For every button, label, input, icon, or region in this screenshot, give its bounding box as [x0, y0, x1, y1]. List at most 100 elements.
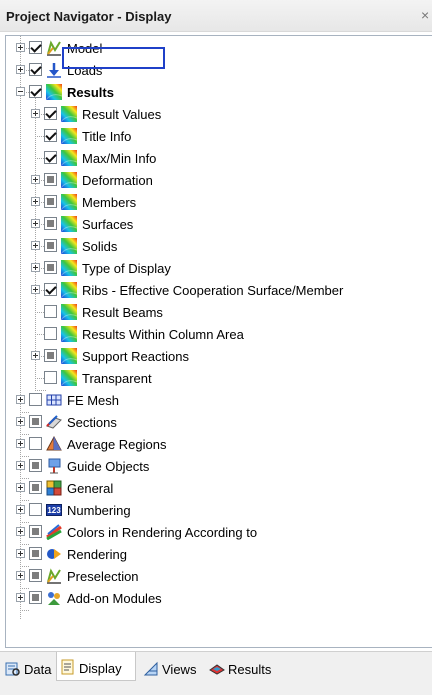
expand-icon[interactable]	[16, 417, 25, 426]
tree-item-label: Colors in Rendering According to	[67, 525, 258, 540]
expand-icon[interactable]	[16, 505, 25, 514]
visibility-checkbox[interactable]	[44, 107, 57, 120]
visibility-checkbox[interactable]	[44, 173, 57, 186]
tree-item-label: Result Beams	[82, 305, 163, 320]
tree-item-label: Results	[67, 85, 114, 100]
visibility-checkbox[interactable]	[44, 327, 57, 340]
tree-item-add-on-modules[interactable]: Add-on Modules	[6, 588, 426, 610]
tree-item-max-min-info[interactable]: Max/Min Info	[6, 148, 426, 170]
expand-icon[interactable]	[31, 219, 40, 228]
results-icon	[61, 194, 77, 210]
expand-icon[interactable]	[16, 43, 25, 52]
tree-item-numbering[interactable]: 123 Numbering	[6, 500, 426, 522]
tree-item-guide-objects[interactable]: Guide Objects	[6, 456, 426, 478]
visibility-checkbox[interactable]	[29, 393, 42, 406]
visibility-checkbox[interactable]	[29, 569, 42, 582]
expand-icon[interactable]	[16, 483, 25, 492]
tree-item-transparent[interactable]: Transparent	[6, 368, 426, 390]
tree-item-rendering[interactable]: Rendering	[6, 544, 426, 566]
results-icon	[46, 84, 62, 100]
expand-icon[interactable]	[31, 241, 40, 250]
tab-label: Views	[162, 662, 197, 677]
expand-icon[interactable]	[16, 439, 25, 448]
visibility-checkbox[interactable]	[29, 547, 42, 560]
collapse-icon[interactable]	[16, 87, 25, 96]
results-icon	[61, 216, 77, 232]
expand-icon[interactable]	[31, 175, 40, 184]
expand-icon[interactable]	[31, 197, 40, 206]
preselection-icon	[46, 568, 62, 584]
rendering-icon	[46, 546, 62, 562]
tree-item-label: Sections	[67, 415, 117, 430]
visibility-checkbox[interactable]	[44, 195, 57, 208]
visibility-checkbox[interactable]	[44, 349, 57, 362]
tree-item-ribs-effective-cooperation-surface-member[interactable]: Ribs - Effective Cooperation Surface/Mem…	[6, 280, 426, 302]
tree-item-solids[interactable]: Solids	[6, 236, 426, 258]
tree-item-average-regions[interactable]: Average Regions	[6, 434, 426, 456]
tree-item-result-beams[interactable]: Result Beams	[6, 302, 426, 324]
tree-item-fe-mesh[interactable]: FE Mesh	[6, 390, 426, 412]
visibility-checkbox[interactable]	[44, 305, 57, 318]
tree-item-results-within-column-area[interactable]: Results Within Column Area	[6, 324, 426, 346]
tab-views[interactable]: Views	[140, 658, 202, 680]
tree-item-label: Type of Display	[82, 261, 171, 276]
expand-icon[interactable]	[16, 527, 25, 536]
expand-icon[interactable]	[31, 109, 40, 118]
visibility-checkbox[interactable]	[29, 63, 42, 76]
addon-modules-icon	[46, 590, 62, 606]
visibility-checkbox[interactable]	[29, 525, 42, 538]
visibility-checkbox[interactable]	[29, 437, 42, 450]
expand-icon[interactable]	[16, 461, 25, 470]
expand-icon[interactable]	[16, 549, 25, 558]
tree-item-surfaces[interactable]: Surfaces	[6, 214, 426, 236]
tree-item-colors-in-rendering-according-to[interactable]: Colors in Rendering According to	[6, 522, 426, 544]
tree-item-label: Guide Objects	[67, 459, 150, 474]
visibility-checkbox[interactable]	[44, 371, 57, 384]
tree-item-preselection[interactable]: Preselection	[6, 566, 426, 588]
loads-icon	[46, 62, 62, 78]
visibility-checkbox[interactable]	[29, 415, 42, 428]
tree-item-deformation[interactable]: Deformation	[6, 170, 426, 192]
expand-icon[interactable]	[31, 285, 40, 294]
colors-icon	[46, 524, 62, 540]
visibility-checkbox[interactable]	[44, 217, 57, 230]
visibility-checkbox[interactable]	[44, 151, 57, 164]
tab-data[interactable]: Data	[2, 658, 54, 680]
tab-results[interactable]: Results	[206, 658, 276, 680]
tree-item-general[interactable]: General	[6, 478, 426, 500]
visibility-checkbox[interactable]	[44, 261, 57, 274]
navigator-tab-bar: Data Display Views Results	[0, 651, 432, 695]
visibility-checkbox[interactable]	[44, 283, 57, 296]
results-icon	[61, 128, 77, 144]
expand-icon[interactable]	[31, 263, 40, 272]
visibility-checkbox[interactable]	[29, 481, 42, 494]
visibility-checkbox[interactable]	[29, 591, 42, 604]
expand-icon[interactable]	[31, 351, 40, 360]
expand-icon[interactable]	[16, 65, 25, 74]
tree-item-sections[interactable]: Sections	[6, 412, 426, 434]
results-icon	[61, 326, 77, 342]
results-tab-icon	[209, 664, 225, 675]
visibility-checkbox[interactable]	[29, 459, 42, 472]
tree-item-members[interactable]: Members	[6, 192, 426, 214]
data-tab-icon	[5, 662, 20, 676]
tree-item-results[interactable]: Results	[6, 82, 426, 104]
tree-item-label: FE Mesh	[67, 393, 120, 408]
tree-item-title-info[interactable]: Title Info	[6, 126, 426, 148]
panel-titlebar: Project Navigator - Display ×	[0, 0, 432, 32]
visibility-checkbox[interactable]	[29, 85, 42, 98]
tree-item-label: Ribs - Effective Cooperation Surface/Mem…	[82, 283, 344, 298]
tree-item-label: Add-on Modules	[67, 591, 162, 606]
expand-icon[interactable]	[16, 593, 25, 602]
visibility-checkbox[interactable]	[44, 239, 57, 252]
tree-item-support-reactions[interactable]: Support Reactions	[6, 346, 426, 368]
visibility-checkbox[interactable]	[29, 41, 42, 54]
close-icon[interactable]: ×	[421, 7, 429, 23]
expand-icon[interactable]	[16, 571, 25, 580]
tree-item-type-of-display[interactable]: Type of Display	[6, 258, 426, 280]
expand-icon[interactable]	[16, 395, 25, 404]
tree-item-result-values[interactable]: Result Values	[6, 104, 426, 126]
tab-display[interactable]: Display	[56, 652, 136, 681]
visibility-checkbox[interactable]	[29, 503, 42, 516]
visibility-checkbox[interactable]	[44, 129, 57, 142]
